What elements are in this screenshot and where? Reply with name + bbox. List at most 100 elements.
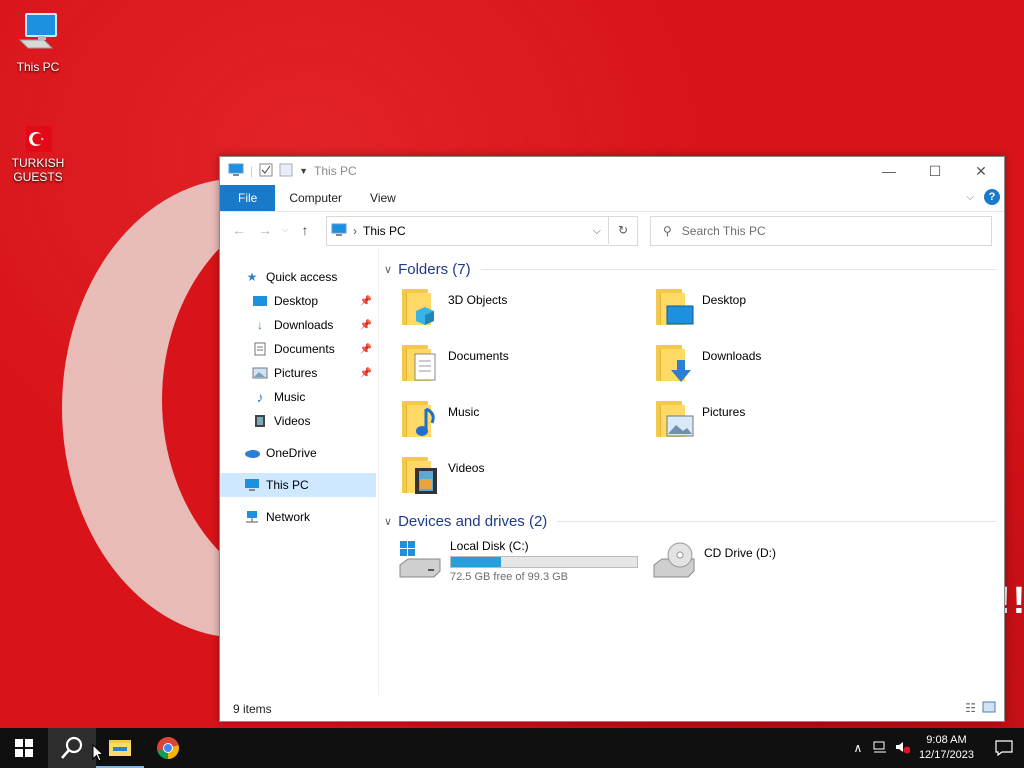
nav-item-downloads[interactable]: ↓ Downloads 📌	[220, 313, 376, 337]
search-icon	[61, 736, 83, 759]
nav-onedrive[interactable]: OneDrive	[220, 441, 376, 465]
expand-ribbon-icon[interactable]: ⌵	[966, 192, 974, 203]
computer-icon	[228, 163, 244, 180]
up-arrow-icon[interactable]: ↑	[292, 222, 318, 238]
breadcrumb-separator-icon[interactable]: ›	[353, 224, 357, 238]
nav-quick-access[interactable]: ★ Quick access	[220, 265, 376, 289]
search-input[interactable]	[679, 223, 964, 239]
taskbar: ∧ 9:08 AM 12/17/2023	[0, 728, 1024, 768]
video-icon	[252, 413, 268, 429]
chrome-icon	[157, 737, 179, 759]
windows-logo-icon	[15, 739, 33, 757]
nav-item-desktop[interactable]: Desktop 📌	[220, 289, 376, 313]
chevron-down-icon: ∨	[384, 263, 393, 276]
search-box[interactable]: ⚲	[650, 216, 992, 246]
explorer-body: ★ Quick access Desktop 📌 ↓ Downloads 📌 D…	[220, 247, 1004, 695]
chrome-taskbar-button[interactable]	[144, 728, 192, 768]
nav-label: This PC	[266, 478, 309, 492]
cd-drive-icon	[652, 539, 696, 579]
start-button[interactable]	[0, 728, 48, 768]
properties-icon[interactable]	[259, 163, 273, 180]
documents-folder-icon	[402, 343, 436, 383]
drive-usage-bar	[450, 556, 638, 568]
drive-local-disk-c[interactable]: Local Disk (C:) 72.5 GB free of 99.3 GB	[398, 539, 652, 583]
show-hidden-icons-icon[interactable]: ∧	[847, 741, 869, 755]
notification-icon	[995, 740, 1013, 756]
clock[interactable]: 9:08 AM 12/17/2023	[919, 733, 974, 763]
network-status-icon[interactable]	[869, 740, 891, 757]
quick-access-toolbar: | ▼	[220, 163, 308, 180]
forward-arrow-icon[interactable]: →	[252, 222, 278, 238]
pictures-folder-icon	[656, 399, 694, 439]
folder-downloads[interactable]: Downloads	[656, 343, 910, 387]
desktop-folder-icon	[656, 287, 694, 327]
folder-videos[interactable]: Videos	[402, 455, 656, 499]
tab-computer[interactable]: Computer	[275, 185, 356, 211]
address-dropdown-icon[interactable]: ⌵	[593, 225, 601, 238]
star-icon: ★	[246, 270, 258, 284]
downloads-folder-icon	[656, 343, 691, 383]
devices-group-header[interactable]: ∨ Devices and drives (2)	[384, 509, 996, 533]
nav-label: Quick access	[266, 270, 338, 284]
pin-icon: 📌	[359, 343, 372, 355]
new-folder-icon[interactable]	[279, 163, 293, 180]
folders-group-header[interactable]: ∨ Folders (7)	[384, 257, 996, 281]
refresh-icon: ↻	[617, 223, 629, 237]
action-center-button[interactable]	[984, 728, 1024, 768]
item-count: 9 items	[233, 702, 272, 716]
nav-item-documents[interactable]: Documents 📌	[220, 337, 376, 361]
computer-icon	[14, 10, 62, 58]
content-pane: ∨ Folders (7) 3D Objects Desktop Documen…	[384, 257, 996, 583]
pictures-icon	[252, 365, 268, 381]
pin-icon: 📌	[359, 319, 372, 331]
search-button[interactable]	[48, 728, 96, 768]
music-icon: ♪	[256, 389, 264, 405]
cloud-icon	[244, 445, 260, 461]
folder-label: Downloads	[702, 349, 762, 363]
download-icon: ↓	[257, 318, 263, 332]
folder-music[interactable]: Music	[402, 399, 656, 443]
nav-network[interactable]: Network	[220, 505, 376, 529]
help-icon[interactable]: ?	[984, 189, 1000, 205]
refresh-button[interactable]: ↻	[608, 216, 637, 244]
nav-label: Music	[274, 390, 306, 404]
back-arrow-icon[interactable]: ←	[226, 222, 252, 238]
address-bar[interactable]: › This PC ⌵	[326, 216, 638, 246]
music-folder-icon	[402, 399, 436, 439]
minimize-button[interactable]: —	[866, 157, 912, 185]
mouse-pointer-icon	[92, 744, 104, 762]
folder-label: Music	[448, 405, 480, 419]
nav-this-pc[interactable]: This PC	[220, 473, 376, 497]
nav-item-videos[interactable]: Videos	[220, 409, 376, 433]
computer-icon	[331, 223, 347, 240]
folder-documents[interactable]: Documents	[402, 343, 656, 387]
clock-date: 12/17/2023	[918, 749, 974, 761]
close-button[interactable]: ✕	[958, 157, 1004, 185]
title-bar[interactable]: | ▼ This PC — ☐ ✕	[220, 157, 1004, 185]
folder-desktop[interactable]: Desktop	[656, 287, 910, 331]
tab-view[interactable]: View	[356, 185, 410, 211]
tab-file[interactable]: File	[220, 185, 276, 211]
group-title: Devices and drives (2)	[398, 512, 548, 530]
document-icon	[252, 341, 268, 357]
nav-item-pictures[interactable]: Pictures 📌	[220, 361, 376, 385]
volume-muted-icon[interactable]	[891, 740, 913, 757]
pane-divider[interactable]	[378, 247, 379, 695]
search-icon: ⚲	[663, 224, 672, 238]
drive-cd-d[interactable]: CD Drive (D:)	[652, 539, 906, 583]
maximize-button[interactable]: ☐	[912, 157, 958, 185]
status-bar: 9 items ☷	[220, 697, 1004, 721]
folder-label: 3D Objects	[448, 293, 508, 307]
desktop-icon-label: TURKISH GUESTS	[11, 156, 65, 184]
desktop-icon-this-pc[interactable]: This PC	[0, 10, 76, 74]
details-view-icon[interactable]: ☷	[965, 701, 976, 716]
recent-locations-icon[interactable]: ⌵	[278, 225, 292, 235]
chevron-down-icon[interactable]: ▼	[299, 166, 308, 176]
large-icons-view-icon[interactable]	[982, 701, 996, 716]
breadcrumb[interactable]: This PC	[363, 224, 406, 238]
nav-item-music[interactable]: ♪ Music	[220, 385, 376, 409]
desktop-icon-turkish-guests[interactable]: TURKISH GUESTS	[0, 124, 76, 184]
folder-pictures[interactable]: Pictures	[656, 399, 910, 443]
folder-3d-objects[interactable]: 3D Objects	[402, 287, 656, 331]
file-explorer-window: | ▼ This PC — ☐ ✕ File Computer View ⌵ ?…	[219, 156, 1005, 722]
